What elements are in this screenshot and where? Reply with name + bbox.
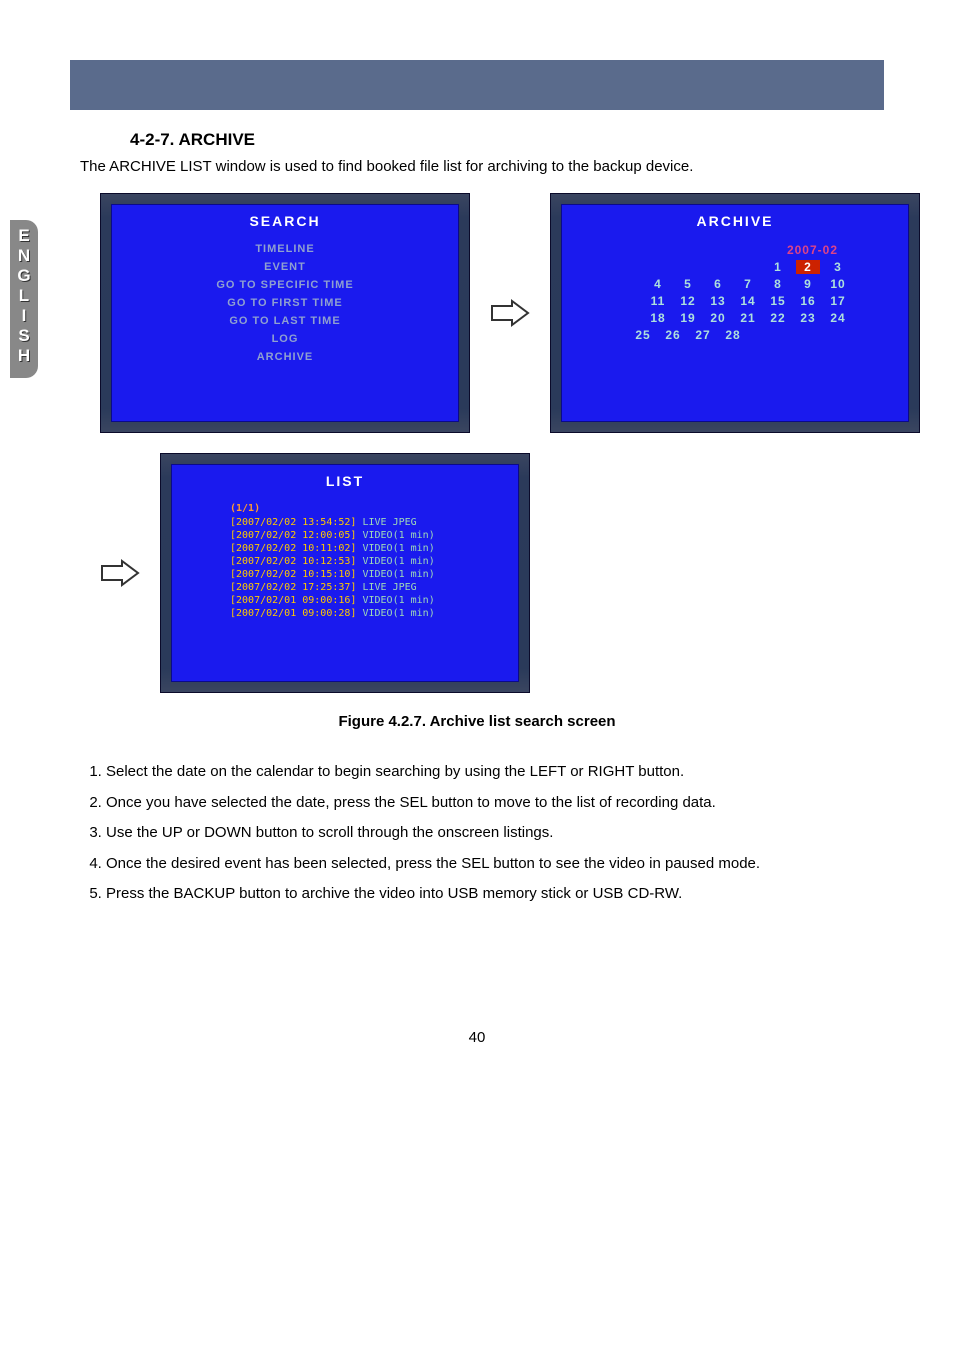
page-number: 40 bbox=[70, 1029, 884, 1046]
calendar-row: 4 5 6 7 8 9 10 bbox=[620, 277, 850, 291]
menu-timeline[interactable]: TIMELINE bbox=[112, 243, 458, 255]
cal-cell[interactable]: 14 bbox=[736, 294, 760, 308]
cal-cell[interactable]: 7 bbox=[736, 277, 760, 291]
cal-cell[interactable]: 9 bbox=[796, 277, 820, 291]
instruction-step: Once you have selected the date, press t… bbox=[106, 789, 884, 818]
calendar-row: 1 2 3 bbox=[620, 260, 850, 274]
cal-cell[interactable]: 8 bbox=[766, 277, 790, 291]
section-title: 4-2-7. ARCHIVE bbox=[130, 130, 884, 150]
list-item[interactable]: [2007/02/02 17:25:37] LIVE JPEG bbox=[230, 581, 518, 594]
cal-cell[interactable]: 28 bbox=[721, 328, 745, 342]
cal-cell[interactable]: 18 bbox=[646, 311, 670, 325]
cal-cell[interactable]: 5 bbox=[676, 277, 700, 291]
list-item[interactable]: [2007/02/02 13:54:52] LIVE JPEG bbox=[230, 516, 518, 529]
screen-archive: ARCHIVE 2007-02 1 2 3 4 5 bbox=[550, 193, 920, 433]
screen-list: LIST (1/1) [2007/02/02 13:54:52] LIVE JP… bbox=[160, 453, 530, 693]
menu-goto-first[interactable]: GO TO FIRST TIME bbox=[112, 297, 458, 309]
calendar-row: 25 26 27 28 bbox=[620, 328, 850, 342]
header-bar bbox=[70, 60, 884, 110]
cal-cell[interactable] bbox=[706, 260, 730, 274]
language-tab: E N G L I S H bbox=[10, 220, 38, 378]
instructions-list: Select the date on the calendar to begin… bbox=[70, 758, 884, 909]
search-title: SEARCH bbox=[112, 213, 458, 229]
cal-cell[interactable]: 21 bbox=[736, 311, 760, 325]
cal-cell[interactable]: 1 bbox=[766, 260, 790, 274]
list-item[interactable]: [2007/02/02 10:11:02] VIDEO(1 min) bbox=[230, 542, 518, 555]
calendar-row: 18 19 20 21 22 23 24 bbox=[620, 311, 850, 325]
list-item[interactable]: [2007/02/01 09:00:16] VIDEO(1 min) bbox=[230, 594, 518, 607]
cal-cell[interactable]: 13 bbox=[706, 294, 730, 308]
menu-goto-last[interactable]: GO TO LAST TIME bbox=[112, 315, 458, 327]
intro-text: The ARCHIVE LIST window is used to find … bbox=[80, 158, 884, 175]
cal-cell[interactable] bbox=[676, 260, 700, 274]
cal-cell[interactable]: 24 bbox=[826, 311, 850, 325]
cal-cell[interactable]: 3 bbox=[826, 260, 850, 274]
menu-goto-specific[interactable]: GO TO SPECIFIC TIME bbox=[112, 279, 458, 291]
arrow-right-icon bbox=[490, 298, 530, 328]
menu-event[interactable]: EVENT bbox=[112, 261, 458, 273]
cal-cell[interactable]: 17 bbox=[826, 294, 850, 308]
cal-cell[interactable]: 20 bbox=[706, 311, 730, 325]
lang-letter: E bbox=[14, 226, 34, 246]
lang-letter: S bbox=[14, 326, 34, 346]
instruction-step: Use the UP or DOWN button to scroll thro… bbox=[106, 819, 884, 848]
cal-cell[interactable]: 16 bbox=[796, 294, 820, 308]
cal-cell[interactable]: 19 bbox=[676, 311, 700, 325]
arrow-right-icon bbox=[100, 558, 140, 588]
instruction-step: Press the BACKUP button to archive the v… bbox=[106, 880, 884, 909]
list-page-indicator: (1/1) bbox=[230, 503, 518, 514]
list-title: LIST bbox=[172, 473, 518, 489]
list-item[interactable]: [2007/02/02 12:00:05] VIDEO(1 min) bbox=[230, 529, 518, 542]
cal-cell[interactable]: 22 bbox=[766, 311, 790, 325]
cal-cell[interactable]: 6 bbox=[706, 277, 730, 291]
lang-letter: L bbox=[14, 286, 34, 306]
lang-letter: N bbox=[14, 246, 34, 266]
cal-cell-selected[interactable]: 2 bbox=[796, 260, 820, 274]
cal-cell[interactable]: 10 bbox=[826, 277, 850, 291]
menu-log[interactable]: LOG bbox=[112, 333, 458, 345]
calendar[interactable]: 2007-02 1 2 3 4 5 6 7 bbox=[620, 243, 850, 342]
cal-cell[interactable]: 27 bbox=[691, 328, 715, 342]
cal-cell[interactable]: 26 bbox=[661, 328, 685, 342]
instruction-step: Once the desired event has been selected… bbox=[106, 850, 884, 879]
list-item[interactable]: [2007/02/02 10:12:53] VIDEO(1 min) bbox=[230, 555, 518, 568]
figure-caption: Figure 4.2.7. Archive list search screen bbox=[70, 713, 884, 730]
menu-archive[interactable]: ARCHIVE bbox=[112, 351, 458, 363]
list-item[interactable]: [2007/02/02 10:15:10] VIDEO(1 min) bbox=[230, 568, 518, 581]
cal-cell[interactable]: 23 bbox=[796, 311, 820, 325]
lang-letter: H bbox=[14, 346, 34, 366]
calendar-row: 11 12 13 14 15 16 17 bbox=[620, 294, 850, 308]
cal-cell[interactable] bbox=[646, 260, 670, 274]
archive-title: ARCHIVE bbox=[562, 213, 908, 229]
screen-search: SEARCH TIMELINE EVENT GO TO SPECIFIC TIM… bbox=[100, 193, 470, 433]
cal-cell[interactable]: 11 bbox=[646, 294, 670, 308]
calendar-month: 2007-02 bbox=[620, 243, 850, 257]
cal-cell[interactable]: 15 bbox=[766, 294, 790, 308]
lang-letter: I bbox=[14, 306, 34, 326]
list-item[interactable]: [2007/02/01 09:00:28] VIDEO(1 min) bbox=[230, 607, 518, 620]
instruction-step: Select the date on the calendar to begin… bbox=[106, 758, 884, 787]
cal-cell[interactable] bbox=[736, 260, 760, 274]
cal-cell[interactable]: 25 bbox=[631, 328, 655, 342]
cal-cell[interactable]: 12 bbox=[676, 294, 700, 308]
cal-cell[interactable]: 4 bbox=[646, 277, 670, 291]
lang-letter: G bbox=[14, 266, 34, 286]
